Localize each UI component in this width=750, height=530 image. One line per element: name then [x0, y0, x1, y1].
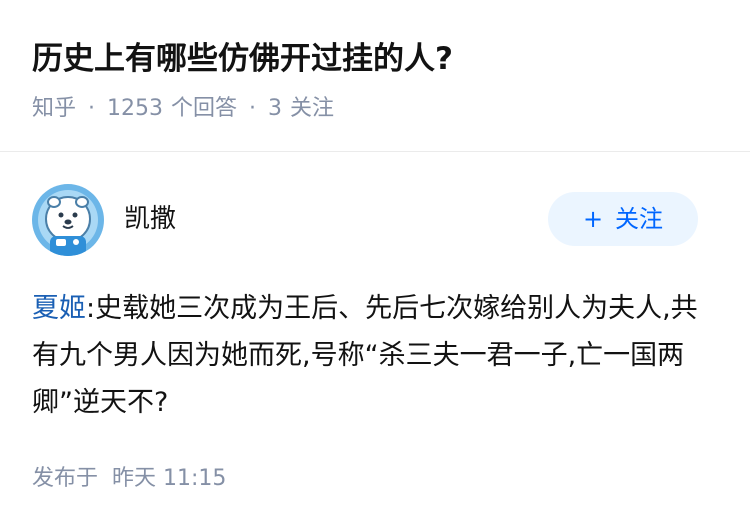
- meta-separator: ·: [249, 96, 257, 121]
- answer-body[interactable]: 夏姬:史载她三次成为王后、先后七次嫁给别人为夫人,共有九个男人因为她而死,号称“…: [32, 285, 722, 426]
- answer-count-unit: 个回答: [171, 96, 238, 121]
- question-title[interactable]: 历史上有哪些仿佛开过挂的人?: [32, 36, 453, 82]
- bear-astronaut-avatar-icon: [32, 184, 104, 256]
- publish-time: 昨天 11:15: [112, 466, 227, 491]
- highlight-keyword-link[interactable]: 夏姬: [32, 293, 86, 324]
- plus-icon: +: [582, 205, 604, 233]
- question-meta: 知乎 · 1253 个回答 · 3 关注: [32, 92, 334, 126]
- publish-label: 发布于: [32, 466, 99, 491]
- question-header[interactable]: 历史上有哪些仿佛开过挂的人? 知乎 · 1253 个回答 · 3 关注: [0, 0, 750, 151]
- follower-count-unit: 关注: [290, 96, 335, 121]
- follow-button-label: 关注: [615, 205, 664, 233]
- author-name[interactable]: 凯撒: [124, 200, 176, 238]
- follower-count: 3: [268, 96, 283, 121]
- answer-count: 1253: [107, 96, 164, 121]
- answer-page: 历史上有哪些仿佛开过挂的人? 知乎 · 1253 个回答 · 3 关注 凯撒 +…: [0, 0, 750, 530]
- author-row: 凯撒 + 关注: [0, 152, 750, 272]
- publish-info: 发布于 昨天 11:15: [32, 462, 226, 496]
- answer-text: :史载她三次成为王后、先后七次嫁给别人为夫人,共有九个男人因为她而死,号称“杀三…: [32, 293, 698, 418]
- follow-button[interactable]: + 关注: [548, 192, 698, 246]
- source-label: 知乎: [32, 96, 77, 121]
- meta-separator: ·: [88, 96, 96, 121]
- avatar[interactable]: [32, 184, 104, 256]
